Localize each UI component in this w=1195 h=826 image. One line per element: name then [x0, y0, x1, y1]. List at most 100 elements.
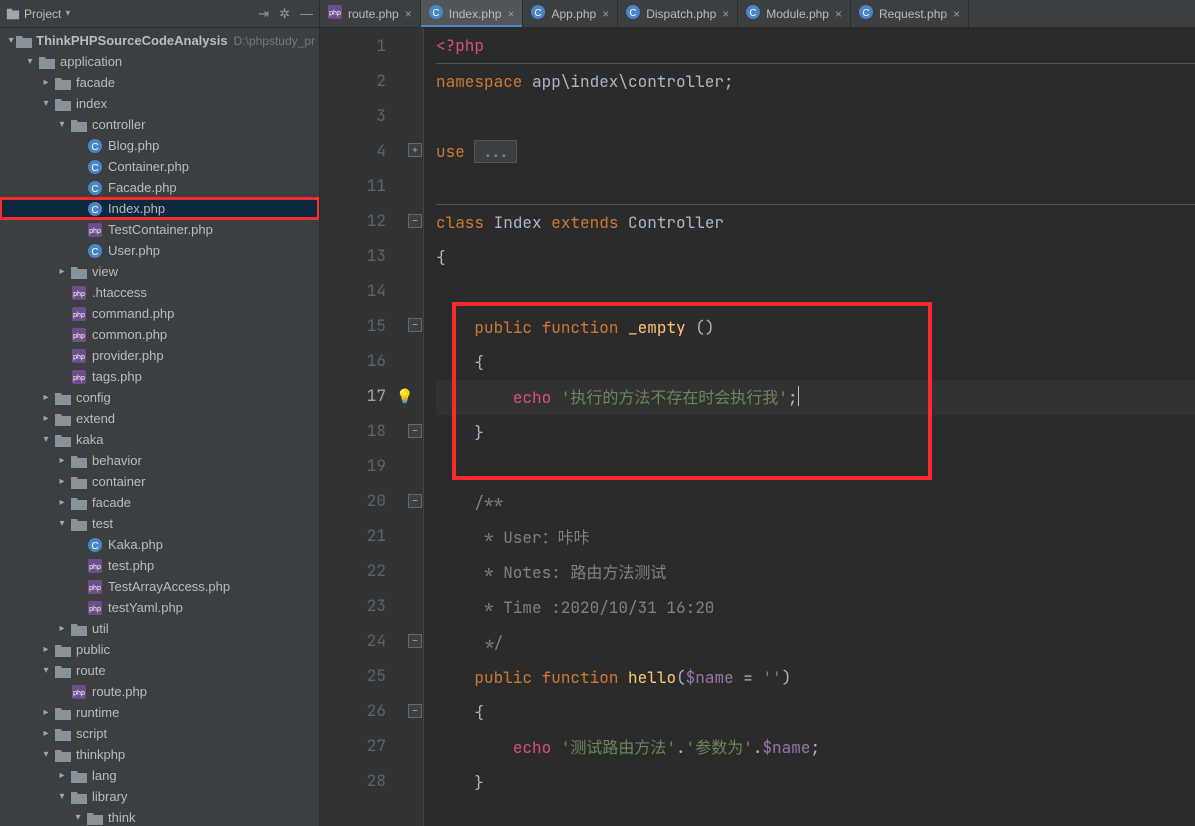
chevron-right-icon[interactable]: ▸	[38, 707, 54, 718]
chevron-right-icon[interactable]: ▸	[38, 644, 54, 655]
tree-item-behavior[interactable]: ▸behavior	[0, 450, 319, 471]
collapse-icon[interactable]: ⇥	[258, 6, 269, 22]
close-icon[interactable]: ×	[507, 7, 514, 21]
tree-item-config[interactable]: ▸config	[0, 387, 319, 408]
tree-item-tags-php[interactable]: •phptags.php	[0, 366, 319, 387]
chevron-down-icon[interactable]: ▾	[54, 119, 70, 130]
tree-item-runtime[interactable]: ▸runtime	[0, 702, 319, 723]
fold-plus-icon[interactable]: +	[408, 143, 422, 157]
gear-icon[interactable]: ✲	[279, 6, 290, 22]
chevron-right-icon[interactable]: ▸	[54, 770, 70, 781]
line-number: 22	[320, 553, 386, 588]
tree-item-test-php[interactable]: •phptest.php	[0, 555, 319, 576]
file-icon: C	[86, 244, 104, 258]
hide-icon[interactable]: —	[300, 6, 313, 21]
chevron-right-icon[interactable]: ▸	[54, 266, 70, 277]
tree-item-provider-php[interactable]: •phpprovider.php	[0, 345, 319, 366]
fold-minus-icon[interactable]: –	[408, 704, 422, 718]
chevron-right-icon[interactable]: ▸	[38, 413, 54, 424]
chevron-down-icon[interactable]: ▾	[38, 434, 54, 445]
close-icon[interactable]: ×	[602, 7, 609, 21]
dropdown-icon[interactable]: ▾	[65, 8, 70, 19]
tree-item-think[interactable]: ▾think	[0, 807, 319, 826]
fold-minus-icon[interactable]: –	[408, 318, 422, 332]
tree-item-util[interactable]: ▸util	[0, 618, 319, 639]
tree-item-container-php[interactable]: •CContainer.php	[0, 156, 319, 177]
tab-route-php[interactable]: phproute.php×	[320, 0, 421, 27]
tab-request-php[interactable]: CRequest.php×	[851, 0, 969, 27]
tree-item-label: command.php	[92, 306, 174, 321]
tree-item-label: route.php	[92, 684, 147, 699]
chevron-right-icon: •	[70, 602, 86, 613]
chevron-down-icon[interactable]: ▾	[54, 518, 70, 529]
close-icon[interactable]: ×	[405, 7, 412, 21]
tree-item-test[interactable]: ▾test	[0, 513, 319, 534]
chevron-down-icon[interactable]: ▾	[38, 749, 54, 760]
collapsed-use[interactable]: ...	[474, 140, 517, 163]
folder-icon	[70, 769, 88, 783]
tree-item-command-php[interactable]: •phpcommand.php	[0, 303, 319, 324]
tree-item-testyaml-php[interactable]: •phptestYaml.php	[0, 597, 319, 618]
tree-item-script[interactable]: ▸script	[0, 723, 319, 744]
fold-minus-icon[interactable]: –	[408, 634, 422, 648]
close-icon[interactable]: ×	[953, 7, 960, 21]
file-icon: C	[86, 538, 104, 552]
close-icon[interactable]: ×	[835, 7, 842, 21]
tree-item-blog-php[interactable]: •CBlog.php	[0, 135, 319, 156]
tree-item-common-php[interactable]: •phpcommon.php	[0, 324, 319, 345]
tree-item-facade[interactable]: ▸facade	[0, 492, 319, 513]
tree-item-index[interactable]: ▾index	[0, 93, 319, 114]
svg-text:C: C	[91, 247, 98, 258]
chevron-down-icon[interactable]: ▾	[38, 98, 54, 109]
chevron-down-icon[interactable]: ▾	[6, 35, 16, 46]
chevron-right-icon[interactable]: ▸	[54, 623, 70, 634]
code-area[interactable]: <?php namespace app\index\controller; us…	[424, 28, 1195, 826]
chevron-right-icon[interactable]: ▸	[38, 392, 54, 403]
tree-item-facade-php[interactable]: •CFacade.php	[0, 177, 319, 198]
chevron-right-icon[interactable]: ▸	[54, 455, 70, 466]
fold-minus-icon[interactable]: –	[408, 494, 422, 508]
tree-item--htaccess[interactable]: •php.htaccess	[0, 282, 319, 303]
chevron-down-icon[interactable]: ▾	[54, 791, 70, 802]
tree-item-index-php[interactable]: •CIndex.php	[0, 198, 319, 219]
tab-dispatch-php[interactable]: CDispatch.php×	[618, 0, 738, 27]
chevron-down-icon[interactable]: ▾	[38, 665, 54, 676]
tree-item-route[interactable]: ▾route	[0, 660, 319, 681]
tree-item-container[interactable]: ▸container	[0, 471, 319, 492]
tree-item-thinkphp[interactable]: ▾thinkphp	[0, 744, 319, 765]
tree-item-testcontainer-php[interactable]: •phpTestContainer.php	[0, 219, 319, 240]
tree-item-kaka-php[interactable]: •CKaka.php	[0, 534, 319, 555]
tree-item-view[interactable]: ▸view	[0, 261, 319, 282]
chevron-right-icon: •	[54, 308, 70, 319]
line-number: 15	[320, 308, 386, 343]
tree-item-route-php[interactable]: •phproute.php	[0, 681, 319, 702]
tree-item-extend[interactable]: ▸extend	[0, 408, 319, 429]
tree-item-library[interactable]: ▾library	[0, 786, 319, 807]
tree-item-facade[interactable]: ▸facade	[0, 72, 319, 93]
file-tree[interactable]: ▾ThinkPHPSourceCodeAnalysisD:\phpstudy_p…	[0, 28, 319, 826]
tree-item-kaka[interactable]: ▾kaka	[0, 429, 319, 450]
tab-index-php[interactable]: CIndex.php×	[421, 0, 524, 27]
chevron-down-icon[interactable]: ▾	[22, 56, 38, 67]
file-icon: C	[429, 5, 443, 22]
chevron-right-icon[interactable]: ▸	[54, 476, 70, 487]
tree-item-public[interactable]: ▸public	[0, 639, 319, 660]
tree-item-thinkphpsourcecodeanalysis[interactable]: ▾ThinkPHPSourceCodeAnalysisD:\phpstudy_p…	[0, 30, 319, 51]
tree-item-lang[interactable]: ▸lang	[0, 765, 319, 786]
intention-bulb-icon[interactable]: 💡	[396, 380, 413, 415]
tree-item-application[interactable]: ▾application	[0, 51, 319, 72]
chevron-right-icon[interactable]: ▸	[38, 728, 54, 739]
tree-item-user-php[interactable]: •CUser.php	[0, 240, 319, 261]
fold-minus-icon[interactable]: –	[408, 424, 422, 438]
tree-item-controller[interactable]: ▾controller	[0, 114, 319, 135]
tab-module-php[interactable]: CModule.php×	[738, 0, 851, 27]
fold-minus-icon[interactable]: –	[408, 214, 422, 228]
editor-body[interactable]: 1234111213141516171819202122232425262728…	[320, 28, 1195, 826]
tab-app-php[interactable]: CApp.php×	[523, 0, 618, 27]
chevron-down-icon[interactable]: ▾	[70, 812, 86, 823]
file-icon: php	[70, 370, 88, 384]
chevron-right-icon[interactable]: ▸	[54, 497, 70, 508]
tree-item-testarrayaccess-php[interactable]: •phpTestArrayAccess.php	[0, 576, 319, 597]
close-icon[interactable]: ×	[722, 7, 729, 21]
chevron-right-icon[interactable]: ▸	[38, 77, 54, 88]
